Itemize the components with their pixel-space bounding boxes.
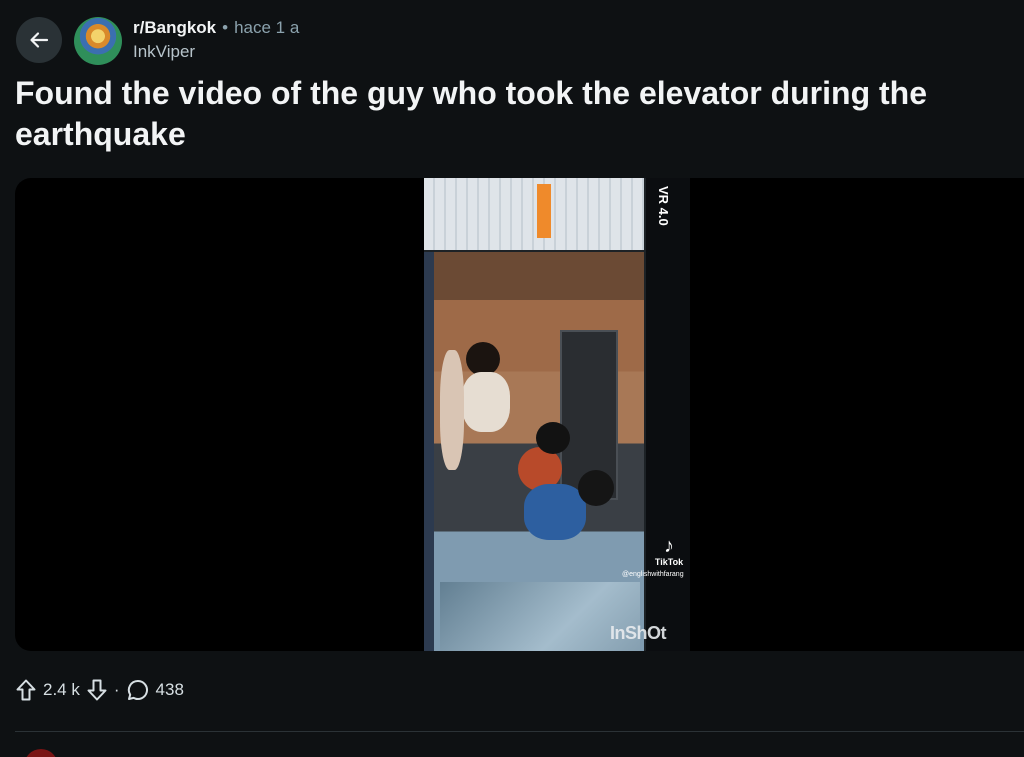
arrow-left-icon <box>30 32 49 48</box>
overlay-version-text: VR 4.0 <box>656 186 671 226</box>
person-figure <box>578 470 614 506</box>
arrow-down-icon <box>87 679 107 701</box>
tiktok-watermark: ♪ TikTok <box>649 536 689 567</box>
subreddit-link[interactable]: r/Bangkok <box>133 19 216 36</box>
tiktok-logo-icon: ♪ <box>664 535 674 557</box>
comment-bubble-icon <box>127 679 148 700</box>
vote-count: 2.4 k <box>43 680 80 699</box>
video-player[interactable]: VR 4.0 ♪ TikTok @englishwithfarang InShO… <box>15 178 1024 651</box>
post-page: r/Bangkok • hace 1 a InkViper Found the … <box>0 0 1024 757</box>
comments-button[interactable] <box>126 678 150 702</box>
video-frame: VR 4.0 ♪ TikTok @englishwithfarang InShO… <box>424 178 690 651</box>
comment-count: 438 <box>155 680 184 699</box>
person-figure <box>524 484 586 540</box>
person-figure <box>466 342 500 376</box>
back-button[interactable] <box>16 17 62 63</box>
post-time: hace 1 a <box>234 18 300 37</box>
downvote-button[interactable] <box>86 678 108 702</box>
upvote-button[interactable] <box>15 678 37 702</box>
comment-avatar[interactable] <box>24 749 58 757</box>
inshot-watermark: InShOt <box>610 623 667 643</box>
post-meta: r/Bangkok • hace 1 a InkViper <box>133 19 299 60</box>
tiktok-label: TikTok <box>654 557 684 567</box>
elevator-scene <box>432 252 644 651</box>
video-overlay-strip <box>424 252 434 651</box>
subreddit-avatar[interactable] <box>74 17 122 65</box>
video-overlay-highlight <box>537 184 551 238</box>
person-figure <box>440 350 464 470</box>
video-overlay-sidebar: VR 4.0 <box>646 178 690 651</box>
arrow-up-icon <box>16 679 36 701</box>
person-figure <box>462 372 510 432</box>
video-overlay-screen <box>424 178 644 250</box>
person-figure <box>536 422 570 454</box>
action-separator: · <box>113 680 120 699</box>
section-divider <box>15 731 1024 732</box>
post-title: Found the video of the guy who took the … <box>15 75 927 152</box>
meta-separator: • <box>222 18 229 37</box>
tiktok-handle: @englishwithfarang <box>622 571 684 578</box>
author-link[interactable]: InkViper <box>133 43 299 60</box>
action-bar: 2.4 k · 438 <box>15 676 184 704</box>
